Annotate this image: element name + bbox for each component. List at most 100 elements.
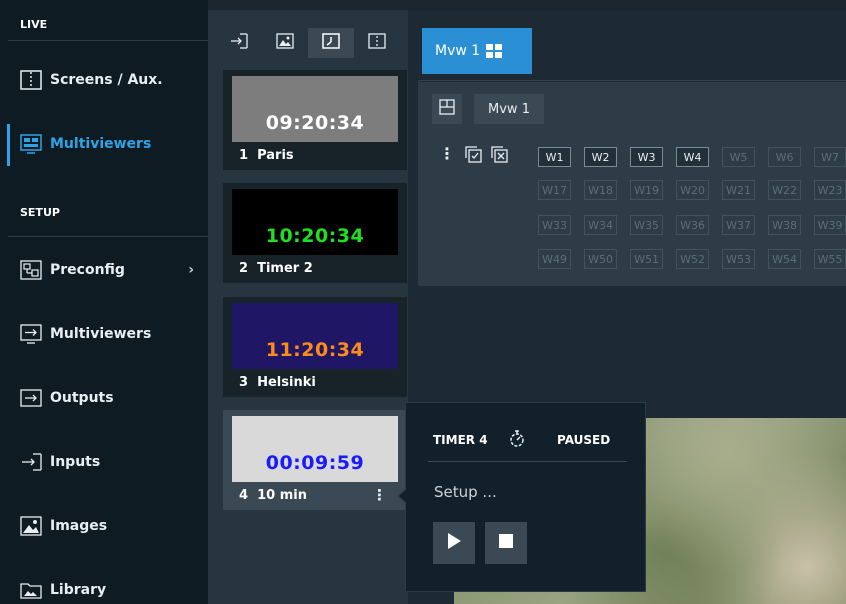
widget-button[interactable]: W39 [814,215,846,235]
deselect-all-icon[interactable] [491,146,509,168]
popup-arrow-inner [399,489,407,503]
stop-button[interactable] [485,522,527,564]
nav-screens-aux[interactable]: Screens / Aux. [0,48,208,112]
live-section-header: LIVE [20,18,48,31]
nav-inputs[interactable]: Inputs [0,430,208,494]
divider [8,40,208,41]
timer-label: 3 Helsinki [239,375,316,390]
setup-link[interactable]: Setup ... [434,483,497,501]
nav-multiviewers-live[interactable]: Multiviewers [0,112,208,176]
widget-button[interactable]: W19 [630,180,663,200]
source-tabs [216,28,406,58]
nav-label: Inputs [50,454,101,470]
preconfig-icon [18,259,44,281]
play-button[interactable] [433,522,475,564]
widget-button[interactable]: W36 [676,215,709,235]
widget-button[interactable]: W22 [768,180,801,200]
widget-button[interactable]: W20 [676,180,709,200]
input-tab-icon [230,33,248,53]
nav-images[interactable]: Images [0,494,208,558]
timer-display: 10:20:34 [232,189,398,255]
widget-grid-panel: Mvw 1 ⋮ W1 W2 W3 W4 W5 W6 W7 W17 W18 W19… [418,82,846,286]
timer-number: 2 [239,261,249,276]
panel-top-bar [208,0,408,10]
widget-button[interactable]: W52 [676,249,709,269]
timer-tile[interactable]: 11:20:34 3 Helsinki [223,297,407,397]
layout-grid-icon [485,43,503,59]
nav-outputs[interactable]: Outputs [0,366,208,430]
widget-button[interactable]: W17 [538,180,571,200]
tab-inputs[interactable] [216,28,262,58]
chevron-right-icon: › [188,262,194,278]
timer-tile[interactable]: 09:20:34 1 Paris [223,70,407,170]
nav-library[interactable]: Library [0,558,208,604]
tab-timers[interactable] [308,28,354,58]
images-icon [18,515,44,537]
timer-reset-icon[interactable] [508,429,526,453]
timer-display: 11:20:34 [232,303,398,369]
select-all-icon[interactable] [465,146,483,168]
sidebar: LIVE Screens / Aux. Multiviewers SETUP P… [0,0,208,604]
library-icon [18,579,44,601]
setup-section-header: SETUP [20,206,60,219]
timer-name: 10 min [257,488,307,503]
divider [8,236,208,237]
tab-aux[interactable] [354,28,400,58]
tab-images[interactable] [262,28,308,58]
widget-button[interactable]: W4 [676,147,709,167]
timer-tab-icon [322,33,340,53]
widget-button[interactable]: W38 [768,215,801,235]
more-options-icon[interactable]: ⋮ [439,144,455,163]
timer-name: Timer 2 [257,261,313,276]
widget-button[interactable]: W35 [630,215,663,235]
timer-tile-selected[interactable]: 00:09:59 4 10 min ⋮ [223,410,407,510]
widget-button[interactable]: W55 [814,249,846,269]
app-root: LIVE Screens / Aux. Multiviewers SETUP P… [0,0,846,604]
tab-mvw-1[interactable]: Mvw 1 [422,28,532,74]
widget-button[interactable]: W1 [538,147,571,167]
widget-button[interactable]: W7 [814,147,846,167]
nav-label: Screens / Aux. [50,72,163,88]
main-top-bar [408,0,846,10]
edit-layout-button[interactable] [432,94,462,124]
widget-button[interactable]: W23 [814,180,846,200]
widget-button[interactable]: W51 [630,249,663,269]
divider [428,461,627,462]
nav-label: Multiviewers [50,136,152,152]
nav-label: Outputs [50,390,114,406]
widget-button[interactable]: W2 [584,147,617,167]
timer-display: 09:20:34 [232,76,398,142]
timer-label: 2 Timer 2 [239,261,313,276]
inputs-icon [18,451,44,473]
widget-button[interactable]: W18 [584,180,617,200]
outputs-icon [18,387,44,409]
widget-button[interactable]: W6 [768,147,801,167]
nav-preconfig[interactable]: Preconfig › [0,238,208,302]
timer-number: 3 [239,375,249,390]
widget-button[interactable]: W50 [584,249,617,269]
timer-status: PAUSED [557,433,611,447]
widget-button[interactable]: W53 [722,249,755,269]
timer-popup: TIMER 4 PAUSED Setup ... [405,402,646,592]
mvw-selector[interactable]: Mvw 1 [474,94,544,124]
widget-button[interactable]: W54 [768,249,801,269]
timer-number: 4 [239,488,249,503]
widget-button[interactable]: W33 [538,215,571,235]
image-tab-icon [276,33,294,53]
tab-label: Mvw 1 [435,43,481,59]
popup-title: TIMER 4 [433,433,488,447]
widget-button[interactable]: W21 [722,180,755,200]
widget-button[interactable]: W34 [584,215,617,235]
multiviewer-icon [18,133,44,155]
widget-button[interactable]: W49 [538,249,571,269]
nav-multiviewers-setup[interactable]: Multiviewers [0,302,208,366]
timer-display: 00:09:59 [232,416,398,482]
more-options-icon[interactable]: ⋮ [372,486,387,504]
timer-tile[interactable]: 10:20:34 2 Timer 2 [223,183,407,283]
widget-button[interactable]: W37 [722,215,755,235]
nav-label: Images [50,518,108,534]
widget-button[interactable]: W5 [722,147,755,167]
widget-button[interactable]: W3 [630,147,663,167]
timer-number: 1 [239,148,249,163]
timer-name: Helsinki [257,375,316,390]
